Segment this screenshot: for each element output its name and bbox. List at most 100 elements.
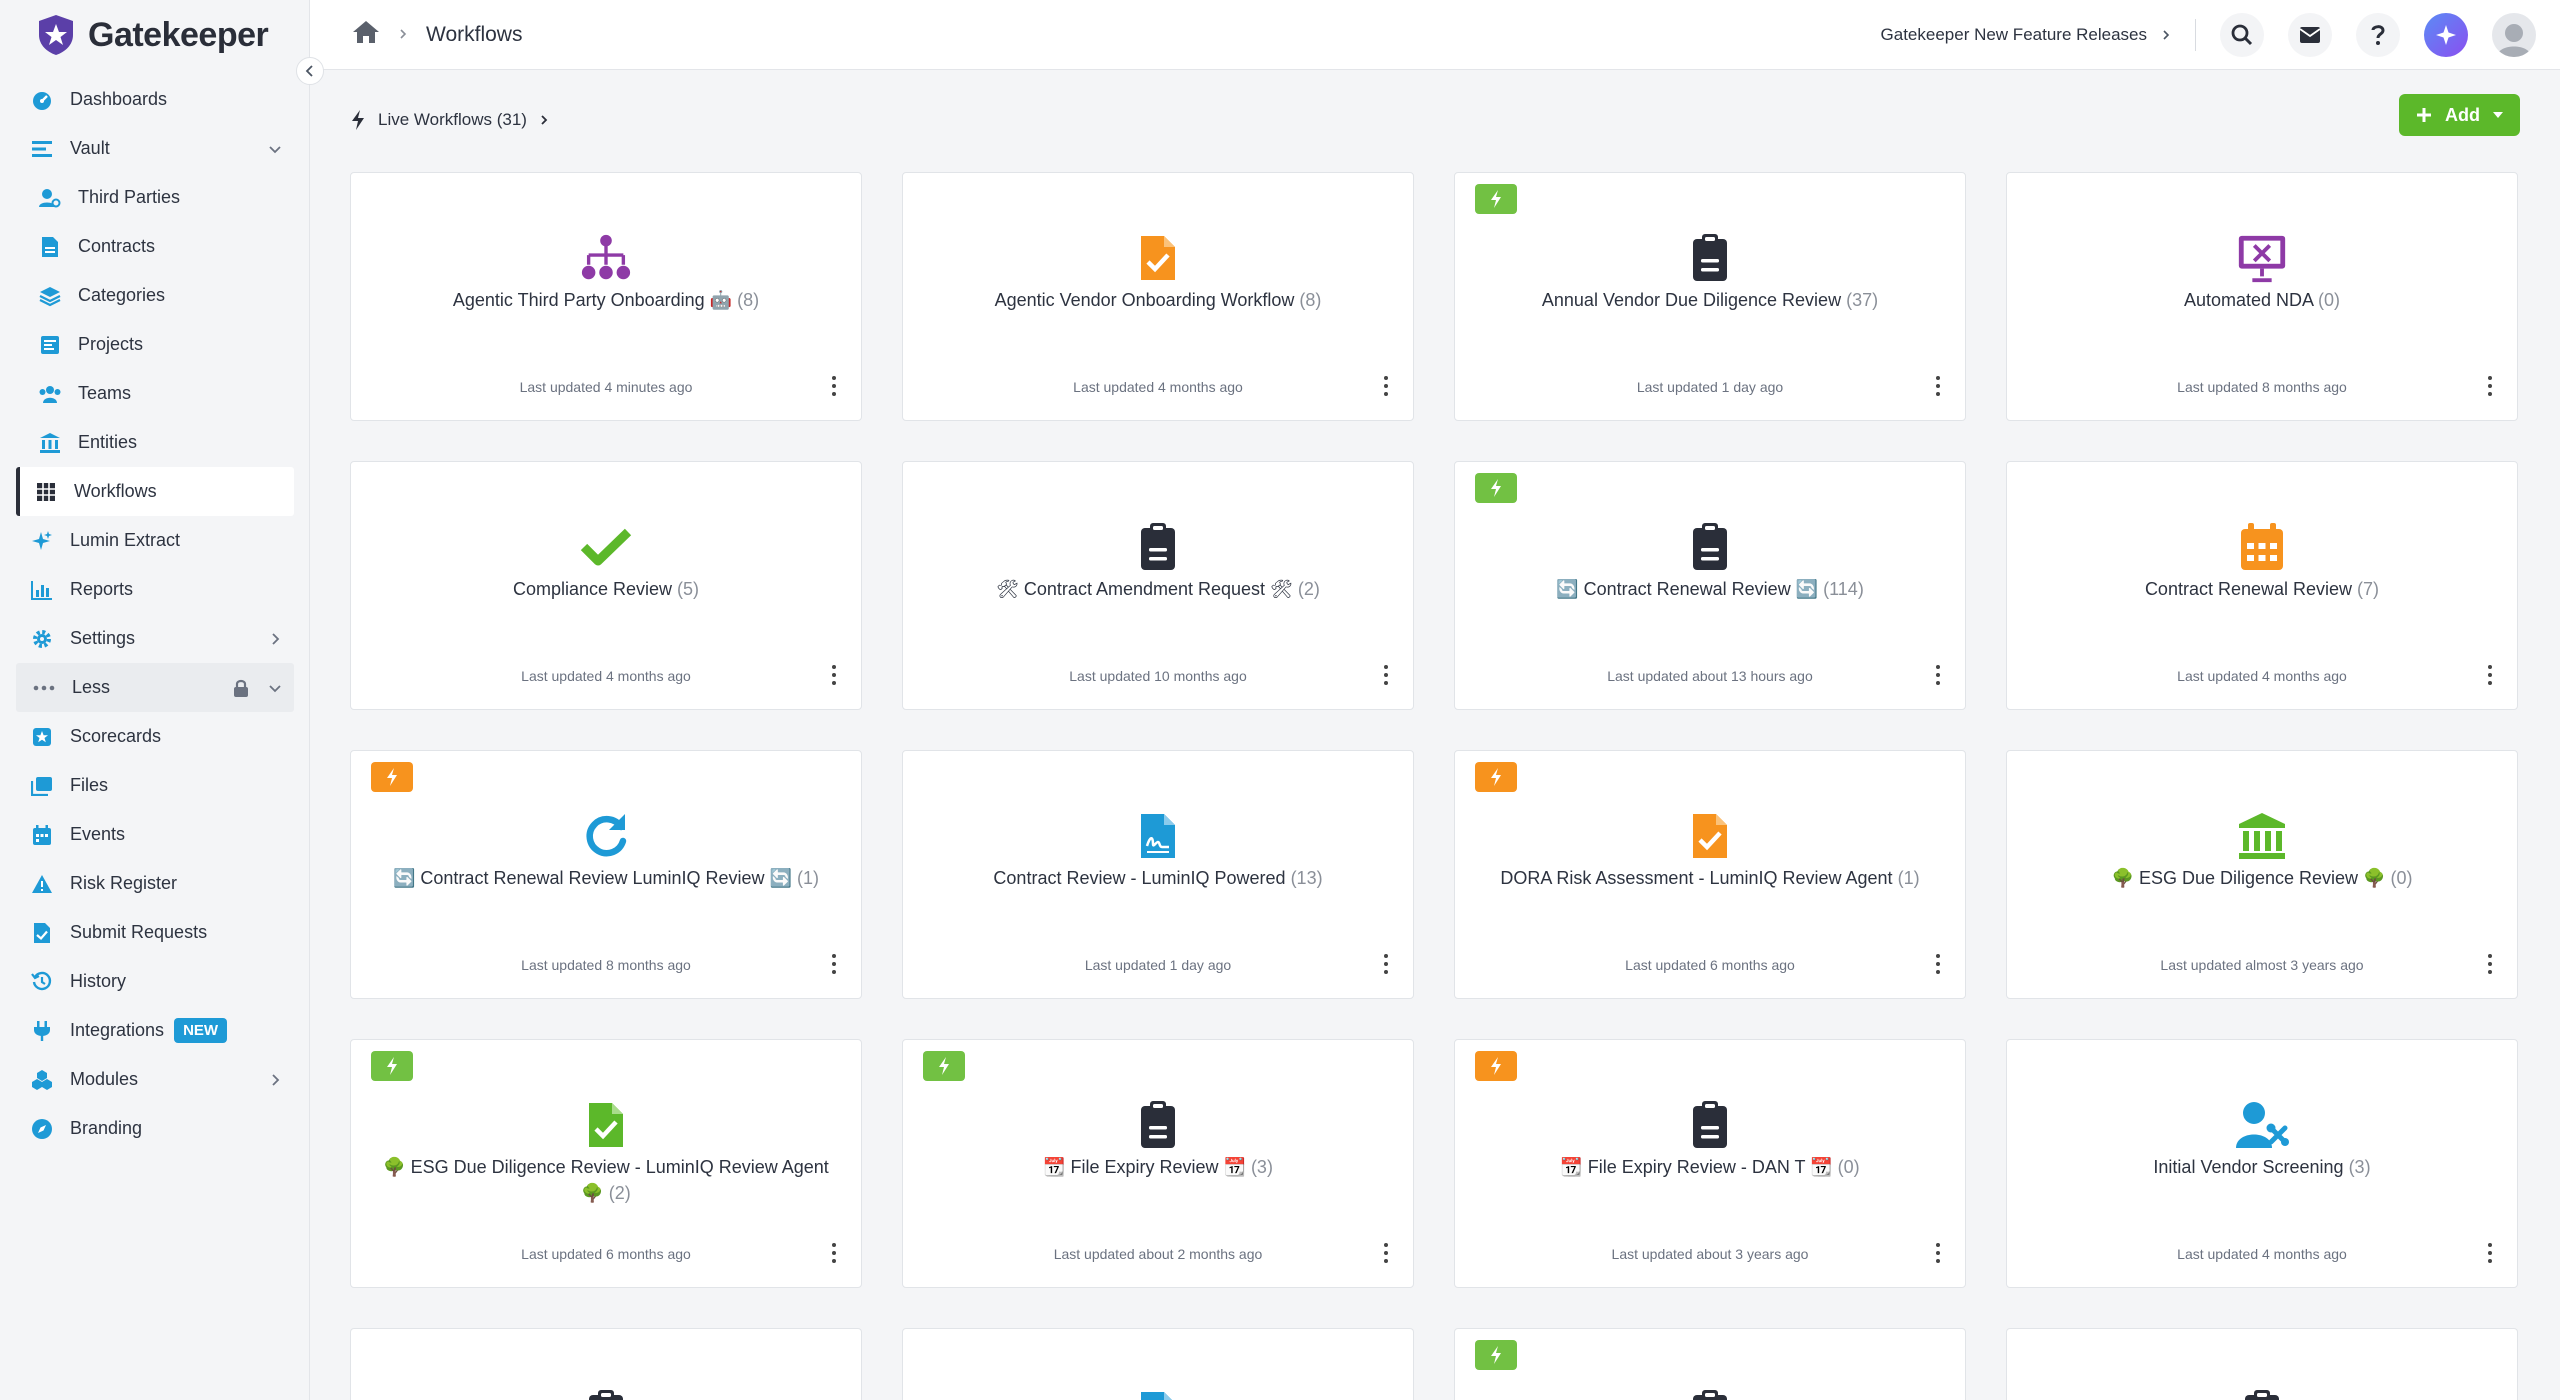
sidebar-item-lumin-extract[interactable]: Lumin Extract	[0, 516, 310, 565]
workflow-card[interactable]: Automated NDA (0) Last updated 8 months a…	[2006, 172, 2518, 421]
chevron-left-icon	[305, 65, 313, 77]
workflow-card[interactable]: Annual Vendor Due Diligence Review (37) L…	[1454, 172, 1966, 421]
sidebar-item-integrations[interactable]: Integrations NEW	[0, 1006, 310, 1055]
collapse-sidebar-button[interactable]	[296, 57, 324, 85]
workflow-title[interactable]: Initial Vendor Screening (3)	[2027, 1154, 2497, 1180]
clipboard-icon	[1683, 231, 1737, 285]
question-icon	[2371, 25, 2385, 45]
home-icon[interactable]	[352, 20, 380, 50]
clipboard-icon	[1683, 1387, 1737, 1400]
workflow-title[interactable]: 📆 File Expiry Review - DAN T 📆 (0)	[1475, 1154, 1945, 1180]
kebab-menu-icon[interactable]	[2487, 1243, 2493, 1263]
workflow-card[interactable]: Agentic Vendor Onboarding Workflow (8) La…	[902, 172, 1414, 421]
kebab-menu-icon[interactable]	[1383, 1243, 1389, 1263]
workflow-title[interactable]: Agentic Third Party Onboarding 🤖 (8)	[371, 287, 841, 313]
kebab-menu-icon[interactable]	[1383, 954, 1389, 974]
workflow-card[interactable]: 🌳 ESG Due Diligence Review 🌳 (0) Last upd…	[2006, 750, 2518, 999]
sidebar-item-entities[interactable]: Entities	[0, 418, 310, 467]
app-logo[interactable]: Gatekeeper	[0, 0, 309, 70]
feature-releases-link[interactable]: Gatekeeper New Feature Releases	[1881, 19, 2196, 51]
workflow-title[interactable]: 🌳 ESG Due Diligence Review 🌳 (0)	[2027, 865, 2497, 891]
workflow-card[interactable]: 📆 File Expiry Review 📆 (3) Last updated a…	[902, 1039, 1414, 1288]
kebab-menu-icon[interactable]	[831, 376, 837, 396]
sidebar-item-third-parties[interactable]: Third Parties	[0, 173, 310, 222]
sidebar-item-history[interactable]: History	[0, 957, 310, 1006]
last-updated: Last updated 8 months ago	[521, 957, 691, 973]
help-button[interactable]	[2356, 13, 2400, 57]
sidebar-item-risk-register[interactable]: Risk Register	[0, 859, 310, 908]
workflow-card[interactable]	[902, 1328, 1414, 1400]
workflow-card[interactable]	[350, 1328, 862, 1400]
sidebar-item-categories[interactable]: Categories	[0, 271, 310, 320]
kebab-menu-icon[interactable]	[2487, 954, 2493, 974]
lock-icon[interactable]	[232, 678, 250, 703]
ai-assistant-button[interactable]	[2424, 13, 2468, 57]
workflow-card[interactable]: 🌳 ESG Due Diligence Review - LuminIQ Rev…	[350, 1039, 862, 1288]
workflow-card[interactable]: 📆 File Expiry Review - DAN T 📆 (0) Last u…	[1454, 1039, 1966, 1288]
sidebar-item-scorecards[interactable]: Scorecards	[0, 712, 310, 761]
kebab-menu-icon[interactable]	[1935, 954, 1941, 974]
kebab-menu-icon[interactable]	[831, 665, 837, 685]
sidebar-item-settings[interactable]: Settings	[0, 614, 310, 663]
workflow-card[interactable]: 🛠 Contract Amendment Request 🛠 (2) Last u…	[902, 461, 1414, 710]
live-workflows-link[interactable]: Live Workflows (31)	[350, 109, 549, 131]
workflow-title[interactable]: 🔄 Contract Renewal Review LuminIQ Review…	[371, 865, 841, 891]
workflow-card[interactable]: 🔄 Contract Renewal Review LuminIQ Review…	[350, 750, 862, 999]
kebab-menu-icon[interactable]	[831, 954, 837, 974]
workflow-card[interactable]	[2006, 1328, 2518, 1400]
kebab-menu-icon[interactable]	[1935, 376, 1941, 396]
workflow-card[interactable]: Agentic Third Party Onboarding 🤖 (8) Last…	[350, 172, 862, 421]
messages-button[interactable]	[2288, 13, 2332, 57]
sidebar-item-teams[interactable]: Teams	[0, 369, 310, 418]
user-avatar[interactable]	[2492, 13, 2536, 57]
workflow-title[interactable]: Compliance Review (5)	[371, 576, 841, 602]
workflow-card[interactable]: DORA Risk Assessment - LuminIQ Review Ag…	[1454, 750, 1966, 999]
sidebar-item-modules[interactable]: Modules	[0, 1055, 310, 1104]
chevron-down-icon[interactable]	[268, 140, 282, 161]
workflow-card[interactable]: Contract Review - LuminIQ Powered (13) La…	[902, 750, 1414, 999]
kebab-menu-icon[interactable]	[2487, 376, 2493, 396]
search-button[interactable]	[2220, 13, 2264, 57]
workflow-title[interactable]: Contract Review - LuminIQ Powered (13)	[923, 865, 1393, 891]
kebab-menu-icon[interactable]	[1935, 665, 1941, 685]
chevron-right-icon[interactable]	[268, 1071, 282, 1092]
kebab-menu-icon[interactable]	[1935, 1243, 1941, 1263]
sidebar-item-workflows[interactable]: Workflows	[16, 467, 294, 516]
workflow-title[interactable]: 🌳 ESG Due Diligence Review - LuminIQ Rev…	[371, 1154, 841, 1206]
workflow-title[interactable]: Contract Renewal Review (7)	[2027, 576, 2497, 602]
kebab-menu-icon[interactable]	[1383, 665, 1389, 685]
sidebar-item-projects[interactable]: Projects	[0, 320, 310, 369]
last-updated: Last updated 4 months ago	[2177, 1246, 2347, 1262]
workflow-card[interactable]: Initial Vendor Screening (3) Last updated…	[2006, 1039, 2518, 1288]
sidebar-item-vault[interactable]: Vault	[0, 124, 310, 173]
chevron-down-icon[interactable]	[268, 679, 282, 700]
sidebar-item-submit-requests[interactable]: Submit Requests	[0, 908, 310, 957]
workflow-card[interactable]	[1454, 1328, 1966, 1400]
workflow-title[interactable]: 🔄 Contract Renewal Review 🔄 (114)	[1475, 576, 1945, 602]
chevron-right-icon[interactable]	[268, 630, 282, 651]
top-header: Workflows Gatekeeper New Feature Release…	[310, 0, 2560, 70]
sidebar-item-files[interactable]: Files	[0, 761, 310, 810]
workflow-title[interactable]: DORA Risk Assessment - LuminIQ Review Ag…	[1475, 865, 1945, 891]
workflow-card[interactable]: Compliance Review (5) Last updated 4 mont…	[350, 461, 862, 710]
workflow-title[interactable]: Automated NDA (0)	[2027, 287, 2497, 313]
sidebar-item-dashboards[interactable]: Dashboards	[0, 75, 310, 124]
add-button[interactable]: Add	[2399, 94, 2520, 136]
live-flag-icon	[1475, 184, 1517, 214]
sidebar-item-reports[interactable]: Reports	[0, 565, 310, 614]
workflow-title[interactable]: 📆 File Expiry Review 📆 (3)	[923, 1154, 1393, 1180]
kebab-menu-icon[interactable]	[831, 1243, 837, 1263]
workflow-card[interactable]: Contract Renewal Review (7) Last updated …	[2006, 461, 2518, 710]
workflow-card[interactable]: 🔄 Contract Renewal Review 🔄 (114) Last up…	[1454, 461, 1966, 710]
sidebar-item-less[interactable]: Less	[16, 663, 294, 712]
kebab-menu-icon[interactable]	[1383, 376, 1389, 396]
sidebar-item-events[interactable]: Events	[0, 810, 310, 859]
workflow-title[interactable]: Annual Vendor Due Diligence Review (37)	[1475, 287, 1945, 313]
sidebar-item-contracts[interactable]: Contracts	[0, 222, 310, 271]
clipboard-icon	[1131, 1098, 1185, 1152]
sidebar-item-branding[interactable]: Branding	[0, 1104, 310, 1153]
kebab-menu-icon[interactable]	[2487, 665, 2493, 685]
workflow-title[interactable]: Agentic Vendor Onboarding Workflow (8)	[923, 287, 1393, 313]
workflow-count: (5)	[677, 579, 700, 599]
workflow-title[interactable]: 🛠 Contract Amendment Request 🛠 (2)	[923, 576, 1393, 602]
